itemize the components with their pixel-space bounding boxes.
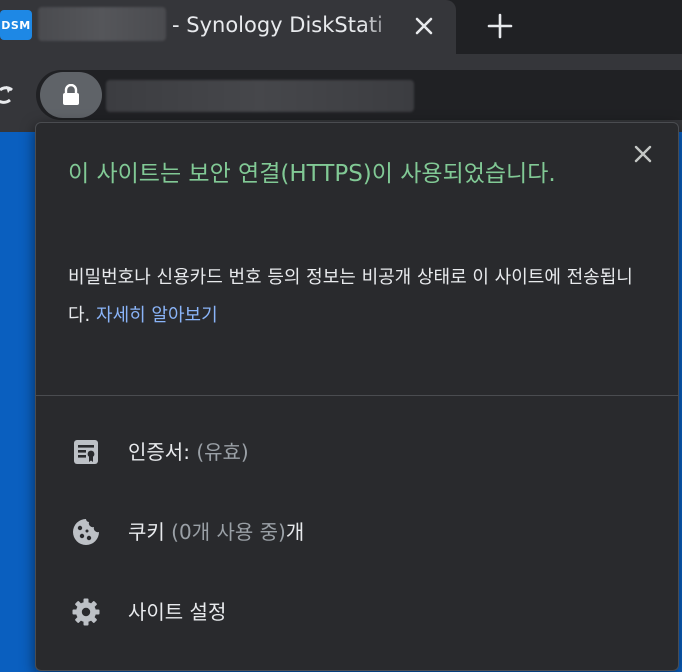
site-info-popup: 이 사이트는 보안 연결(HTTPS)이 사용되었습니다. 비밀번호나 신용카드… (35, 122, 679, 671)
lock-icon (63, 84, 79, 105)
cookies-label-text: 쿠키 (128, 520, 165, 544)
close-icon (415, 17, 433, 35)
redacted-tab-text (38, 7, 166, 41)
cookie-icon (70, 516, 102, 548)
gear-icon (70, 596, 102, 628)
page-background (0, 132, 36, 672)
certificate-label: 인증서: (유효) (128, 436, 249, 468)
dsm-favicon-icon: DSM (0, 10, 32, 40)
new-tab-button[interactable] (484, 10, 516, 42)
certificate-label-text: 인증서: (128, 440, 190, 464)
cookies-count: (0개 사용 중) (171, 520, 286, 544)
connection-description: 비밀번호나 신용카드 번호 등의 정보는 비공개 상태로 이 사이트에 전송됩니… (68, 259, 654, 335)
cookies-suffix: 개 (285, 520, 305, 544)
connection-secure-title: 이 사이트는 보안 연결(HTTPS)이 사용되었습니다. (68, 161, 556, 187)
divider (36, 395, 678, 396)
certificate-status: (유효) (196, 440, 249, 464)
cookies-row[interactable]: 쿠키 (0개 사용 중)개 (36, 501, 678, 561)
close-icon (634, 145, 652, 163)
tab-title: - Synology DiskStati (172, 13, 383, 37)
tab-strip: DSM - Synology DiskStati (0, 0, 682, 54)
learn-more-link[interactable]: 자세히 알아보기 (96, 305, 218, 326)
tab-close-button[interactable] (410, 12, 438, 40)
cookies-label: 쿠키 (0개 사용 중)개 (128, 516, 304, 548)
popup-close-button[interactable] (628, 139, 658, 169)
reload-button[interactable] (0, 80, 14, 110)
site-settings-row[interactable]: 사이트 설정 (36, 581, 678, 641)
browser-tab[interactable]: DSM - Synology DiskStati (0, 0, 456, 54)
certificate-row[interactable]: 인증서: (유효) (36, 421, 678, 481)
site-settings-label: 사이트 설정 (128, 600, 227, 624)
site-info-button[interactable] (40, 72, 102, 118)
redacted-url (106, 80, 414, 112)
plus-icon (487, 13, 513, 39)
reload-icon (0, 86, 13, 104)
certificate-icon (70, 436, 102, 468)
